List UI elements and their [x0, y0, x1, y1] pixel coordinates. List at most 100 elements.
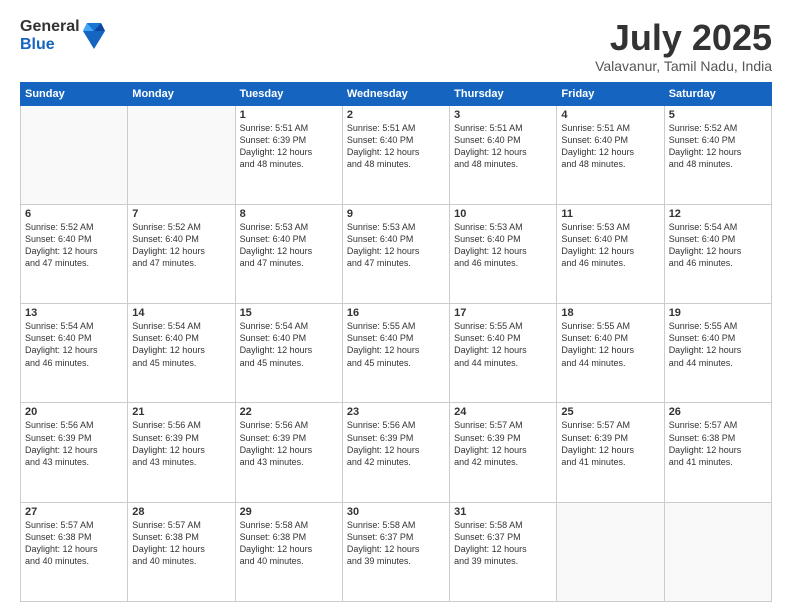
day-cell-13: 13Sunrise: 5:54 AMSunset: 6:40 PMDayligh… — [21, 304, 128, 403]
day-number: 19 — [669, 307, 767, 319]
week-row-3: 13Sunrise: 5:54 AMSunset: 6:40 PMDayligh… — [21, 304, 772, 403]
day-cell-19: 19Sunrise: 5:55 AMSunset: 6:40 PMDayligh… — [664, 304, 771, 403]
day-info: Sunrise: 5:54 AMSunset: 6:40 PMDaylight:… — [25, 320, 123, 369]
day-info: Sunrise: 5:57 AMSunset: 6:38 PMDaylight:… — [25, 519, 123, 568]
day-info: Sunrise: 5:51 AMSunset: 6:40 PMDaylight:… — [347, 122, 445, 171]
day-cell-1: 1Sunrise: 5:51 AMSunset: 6:39 PMDaylight… — [235, 105, 342, 204]
day-cell-12: 12Sunrise: 5:54 AMSunset: 6:40 PMDayligh… — [664, 204, 771, 303]
day-cell-3: 3Sunrise: 5:51 AMSunset: 6:40 PMDaylight… — [450, 105, 557, 204]
day-number: 29 — [240, 506, 338, 518]
day-cell-28: 28Sunrise: 5:57 AMSunset: 6:38 PMDayligh… — [128, 502, 235, 601]
day-cell-18: 18Sunrise: 5:55 AMSunset: 6:40 PMDayligh… — [557, 304, 664, 403]
day-number: 12 — [669, 208, 767, 220]
subtitle: Valavanur, Tamil Nadu, India — [595, 58, 772, 74]
day-info: Sunrise: 5:51 AMSunset: 6:39 PMDaylight:… — [240, 122, 338, 171]
weekday-header-saturday: Saturday — [664, 82, 771, 105]
day-cell-17: 17Sunrise: 5:55 AMSunset: 6:40 PMDayligh… — [450, 304, 557, 403]
weekday-header-thursday: Thursday — [450, 82, 557, 105]
day-number: 14 — [132, 307, 230, 319]
day-cell-6: 6Sunrise: 5:52 AMSunset: 6:40 PMDaylight… — [21, 204, 128, 303]
day-info: Sunrise: 5:58 AMSunset: 6:38 PMDaylight:… — [240, 519, 338, 568]
day-cell-10: 10Sunrise: 5:53 AMSunset: 6:40 PMDayligh… — [450, 204, 557, 303]
day-number: 24 — [454, 406, 552, 418]
day-cell-27: 27Sunrise: 5:57 AMSunset: 6:38 PMDayligh… — [21, 502, 128, 601]
day-number: 4 — [561, 109, 659, 121]
day-info: Sunrise: 5:57 AMSunset: 6:38 PMDaylight:… — [132, 519, 230, 568]
day-cell-7: 7Sunrise: 5:52 AMSunset: 6:40 PMDaylight… — [128, 204, 235, 303]
day-info: Sunrise: 5:57 AMSunset: 6:38 PMDaylight:… — [669, 419, 767, 468]
week-row-4: 20Sunrise: 5:56 AMSunset: 6:39 PMDayligh… — [21, 403, 772, 502]
weekday-header-friday: Friday — [557, 82, 664, 105]
day-info: Sunrise: 5:55 AMSunset: 6:40 PMDaylight:… — [561, 320, 659, 369]
day-number: 9 — [347, 208, 445, 220]
logo-icon — [83, 21, 105, 51]
day-info: Sunrise: 5:53 AMSunset: 6:40 PMDaylight:… — [454, 221, 552, 270]
day-cell-16: 16Sunrise: 5:55 AMSunset: 6:40 PMDayligh… — [342, 304, 449, 403]
logo-general: General — [20, 18, 80, 36]
day-info: Sunrise: 5:52 AMSunset: 6:40 PMDaylight:… — [25, 221, 123, 270]
day-cell-25: 25Sunrise: 5:57 AMSunset: 6:39 PMDayligh… — [557, 403, 664, 502]
day-info: Sunrise: 5:55 AMSunset: 6:40 PMDaylight:… — [347, 320, 445, 369]
day-info: Sunrise: 5:56 AMSunset: 6:39 PMDaylight:… — [25, 419, 123, 468]
day-info: Sunrise: 5:56 AMSunset: 6:39 PMDaylight:… — [347, 419, 445, 468]
day-info: Sunrise: 5:54 AMSunset: 6:40 PMDaylight:… — [669, 221, 767, 270]
day-cell-24: 24Sunrise: 5:57 AMSunset: 6:39 PMDayligh… — [450, 403, 557, 502]
day-info: Sunrise: 5:51 AMSunset: 6:40 PMDaylight:… — [454, 122, 552, 171]
day-number: 23 — [347, 406, 445, 418]
empty-cell — [128, 105, 235, 204]
day-cell-9: 9Sunrise: 5:53 AMSunset: 6:40 PMDaylight… — [342, 204, 449, 303]
week-row-5: 27Sunrise: 5:57 AMSunset: 6:38 PMDayligh… — [21, 502, 772, 601]
day-info: Sunrise: 5:53 AMSunset: 6:40 PMDaylight:… — [347, 221, 445, 270]
week-row-2: 6Sunrise: 5:52 AMSunset: 6:40 PMDaylight… — [21, 204, 772, 303]
day-number: 31 — [454, 506, 552, 518]
logo-blue: Blue — [20, 36, 80, 54]
day-info: Sunrise: 5:53 AMSunset: 6:40 PMDaylight:… — [561, 221, 659, 270]
day-number: 21 — [132, 406, 230, 418]
day-info: Sunrise: 5:52 AMSunset: 6:40 PMDaylight:… — [132, 221, 230, 270]
day-number: 22 — [240, 406, 338, 418]
day-info: Sunrise: 5:54 AMSunset: 6:40 PMDaylight:… — [240, 320, 338, 369]
day-number: 10 — [454, 208, 552, 220]
logo-text: General Blue — [20, 18, 80, 53]
day-number: 13 — [25, 307, 123, 319]
day-cell-14: 14Sunrise: 5:54 AMSunset: 6:40 PMDayligh… — [128, 304, 235, 403]
day-number: 6 — [25, 208, 123, 220]
day-cell-21: 21Sunrise: 5:56 AMSunset: 6:39 PMDayligh… — [128, 403, 235, 502]
day-number: 26 — [669, 406, 767, 418]
day-cell-23: 23Sunrise: 5:56 AMSunset: 6:39 PMDayligh… — [342, 403, 449, 502]
empty-cell — [557, 502, 664, 601]
day-number: 20 — [25, 406, 123, 418]
day-cell-31: 31Sunrise: 5:58 AMSunset: 6:37 PMDayligh… — [450, 502, 557, 601]
day-cell-26: 26Sunrise: 5:57 AMSunset: 6:38 PMDayligh… — [664, 403, 771, 502]
header: General Blue July 2025 Valavanur, Tamil … — [20, 18, 772, 74]
day-cell-4: 4Sunrise: 5:51 AMSunset: 6:40 PMDaylight… — [557, 105, 664, 204]
page: General Blue July 2025 Valavanur, Tamil … — [0, 0, 792, 612]
day-number: 7 — [132, 208, 230, 220]
day-info: Sunrise: 5:58 AMSunset: 6:37 PMDaylight:… — [347, 519, 445, 568]
day-info: Sunrise: 5:56 AMSunset: 6:39 PMDaylight:… — [240, 419, 338, 468]
day-number: 27 — [25, 506, 123, 518]
day-cell-22: 22Sunrise: 5:56 AMSunset: 6:39 PMDayligh… — [235, 403, 342, 502]
month-title: July 2025 — [595, 18, 772, 58]
logo: General Blue — [20, 18, 105, 53]
day-number: 18 — [561, 307, 659, 319]
day-number: 3 — [454, 109, 552, 121]
day-info: Sunrise: 5:57 AMSunset: 6:39 PMDaylight:… — [561, 419, 659, 468]
day-number: 16 — [347, 307, 445, 319]
day-number: 15 — [240, 307, 338, 319]
weekday-header-tuesday: Tuesday — [235, 82, 342, 105]
day-cell-11: 11Sunrise: 5:53 AMSunset: 6:40 PMDayligh… — [557, 204, 664, 303]
day-number: 2 — [347, 109, 445, 121]
calendar: SundayMondayTuesdayWednesdayThursdayFrid… — [20, 82, 772, 602]
day-number: 25 — [561, 406, 659, 418]
day-number: 1 — [240, 109, 338, 121]
weekday-header-monday: Monday — [128, 82, 235, 105]
day-cell-2: 2Sunrise: 5:51 AMSunset: 6:40 PMDaylight… — [342, 105, 449, 204]
day-number: 8 — [240, 208, 338, 220]
day-cell-15: 15Sunrise: 5:54 AMSunset: 6:40 PMDayligh… — [235, 304, 342, 403]
empty-cell — [664, 502, 771, 601]
day-info: Sunrise: 5:56 AMSunset: 6:39 PMDaylight:… — [132, 419, 230, 468]
day-info: Sunrise: 5:54 AMSunset: 6:40 PMDaylight:… — [132, 320, 230, 369]
weekday-header-row: SundayMondayTuesdayWednesdayThursdayFrid… — [21, 82, 772, 105]
day-info: Sunrise: 5:53 AMSunset: 6:40 PMDaylight:… — [240, 221, 338, 270]
